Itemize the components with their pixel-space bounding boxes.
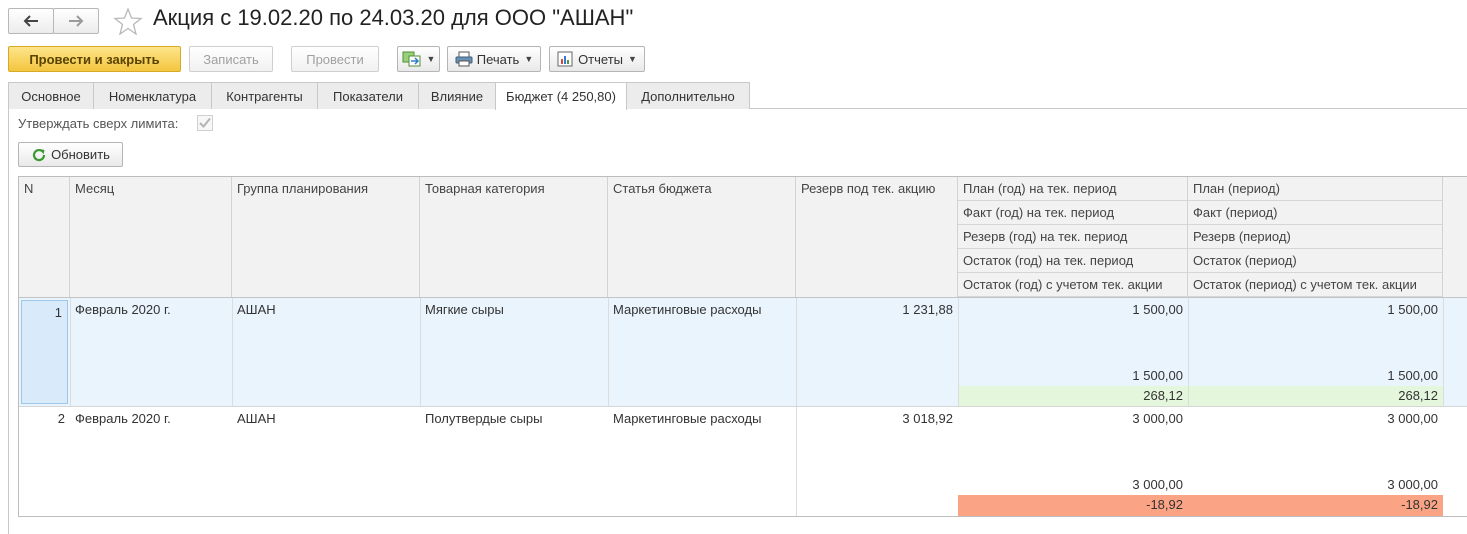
column-divider: [232, 298, 233, 406]
cell-period-reserve[interactable]: [1188, 451, 1443, 473]
create-based-on-icon: [402, 51, 421, 67]
panel-border: [8, 108, 9, 534]
cell-budget-article[interactable]: Маркетинговые расходы: [608, 407, 796, 430]
table-row[interactable]: 1 Февраль 2020 г. АШАН Мягкие сыры Марке…: [19, 298, 1467, 406]
column-divider: [796, 407, 797, 516]
window-title: Акция с 19.02.20 по 24.03.20 для ООО "АШ…: [153, 5, 634, 30]
cell-reserve[interactable]: 3 018,92: [796, 407, 958, 430]
column-divider: [1443, 298, 1444, 406]
header-year-balance[interactable]: Остаток (год) на тек. период: [958, 249, 1188, 273]
print-label: Печать: [476, 51, 520, 67]
refresh-icon: [33, 148, 46, 161]
refresh-button[interactable]: Обновить: [18, 142, 123, 167]
refresh-label: Обновить: [51, 147, 110, 162]
cell-period-balance-promo[interactable]: -18,92: [1188, 495, 1443, 516]
checkmark-icon: [199, 117, 211, 128]
cell-planning-group[interactable]: АШАН: [232, 407, 420, 430]
cell-n[interactable]: 1: [21, 300, 68, 404]
header-year-balance-promo[interactable]: Остаток (год) с учетом тек. акции: [958, 273, 1188, 297]
cell-year-balance-promo[interactable]: -18,92: [958, 495, 1188, 516]
tab-main[interactable]: Основное: [8, 82, 94, 109]
cell-month[interactable]: Февраль 2020 г.: [70, 407, 232, 430]
reports-icon: [557, 51, 573, 67]
cell-year-balance[interactable]: 3 000,00: [958, 473, 1188, 495]
budget-table: N Месяц Группа планирования Товарная кат…: [18, 176, 1467, 517]
reports-button[interactable]: Отчеты ▼: [549, 46, 645, 72]
cell-period-balance[interactable]: 3 000,00: [1188, 473, 1443, 495]
header-period-plan[interactable]: План (период): [1188, 177, 1443, 201]
arrow-left-icon: [23, 15, 38, 27]
tab-budget[interactable]: Бюджет (4 250,80): [495, 82, 627, 110]
tab-nomenclature[interactable]: Номенклатура: [93, 82, 212, 109]
header-year-plan[interactable]: План (год) на тек. период: [958, 177, 1188, 201]
column-divider: [608, 298, 609, 406]
tab-influence[interactable]: Влияние: [418, 82, 496, 109]
back-button[interactable]: [8, 8, 54, 34]
cell-year-plan[interactable]: 3 000,00: [958, 407, 1188, 429]
table-row[interactable]: 2 Февраль 2020 г. АШАН Полутвердые сыры …: [19, 407, 1467, 516]
header-product-category[interactable]: Товарная категория: [420, 177, 608, 297]
column-divider: [70, 298, 71, 406]
print-button[interactable]: Печать ▼: [447, 46, 541, 72]
cell-period-plan[interactable]: 1 500,00: [1188, 298, 1443, 320]
cell-year-reserve[interactable]: [958, 342, 1188, 364]
header-n[interactable]: N: [19, 177, 70, 297]
column-divider: [1188, 298, 1189, 406]
create-based-on-button[interactable]: ▼: [397, 46, 440, 72]
cell-year-plan[interactable]: 1 500,00: [958, 298, 1188, 320]
save-button[interactable]: Записать: [189, 46, 273, 72]
tab-counterparties[interactable]: Контрагенты: [211, 82, 318, 109]
approve-over-limit-checkbox[interactable]: [197, 115, 213, 131]
printer-icon: [455, 51, 473, 67]
chevron-down-icon: ▼: [628, 54, 637, 64]
column-divider: [420, 298, 421, 406]
header-period-balance-promo[interactable]: Остаток (период) с учетом тек. акции: [1188, 273, 1443, 297]
header-period-balance[interactable]: Остаток (период): [1188, 249, 1443, 273]
cell-period-balance-promo[interactable]: 268,12: [1188, 386, 1443, 406]
column-divider: [796, 298, 797, 406]
cell-planning-group[interactable]: АШАН: [232, 298, 420, 321]
cell-reserve[interactable]: 1 231,88: [796, 298, 958, 321]
cell-year-fact[interactable]: [958, 429, 1188, 451]
header-period-reserve[interactable]: Резерв (период): [1188, 225, 1443, 249]
header-year-reserve[interactable]: Резерв (год) на тек. период: [958, 225, 1188, 249]
cell-period-fact[interactable]: [1188, 320, 1443, 342]
cell-year-reserve[interactable]: [958, 451, 1188, 473]
cell-period-plan[interactable]: 3 000,00: [1188, 407, 1443, 429]
cell-product-category[interactable]: Мягкие сыры: [420, 298, 608, 321]
cell-product-category[interactable]: Полутвердые сыры: [420, 407, 608, 430]
favorite-star-button[interactable]: [113, 7, 143, 36]
cell-period-balance[interactable]: 1 500,00: [1188, 364, 1443, 386]
forward-button[interactable]: [53, 8, 99, 34]
approve-over-limit-label: Утверждать сверх лимита:: [18, 116, 179, 131]
header-filler: [1443, 177, 1467, 297]
header-planning-group[interactable]: Группа планирования: [232, 177, 420, 297]
chevron-down-icon: ▼: [426, 54, 436, 64]
header-reserve[interactable]: Резерв под тек. акцию: [796, 177, 958, 297]
cell-year-balance-promo[interactable]: 268,12: [958, 386, 1188, 406]
cell-year-balance[interactable]: 1 500,00: [958, 364, 1188, 386]
star-icon: [113, 7, 143, 36]
chevron-down-icon: ▼: [524, 54, 534, 64]
cell-period-reserve[interactable]: [1188, 342, 1443, 364]
post-button[interactable]: Провести: [291, 46, 379, 72]
header-month[interactable]: Месяц: [70, 177, 232, 297]
cell-n[interactable]: 2: [19, 407, 70, 430]
cell-period-fact[interactable]: [1188, 429, 1443, 451]
header-period-fact[interactable]: Факт (период): [1188, 201, 1443, 225]
tab-additional[interactable]: Дополнительно: [626, 82, 750, 109]
cell-budget-article[interactable]: Маркетинговые расходы: [608, 298, 796, 321]
reports-label: Отчеты: [578, 51, 623, 67]
cell-month[interactable]: Февраль 2020 г.: [70, 298, 232, 321]
tab-indicators[interactable]: Показатели: [317, 82, 419, 109]
arrow-right-icon: [69, 15, 84, 27]
post-and-close-button[interactable]: Провести и закрыть: [8, 46, 181, 72]
column-divider: [958, 298, 959, 406]
header-year-fact[interactable]: Факт (год) на тек. период: [958, 201, 1188, 225]
header-budget-article[interactable]: Статья бюджета: [608, 177, 796, 297]
cell-year-fact[interactable]: [958, 320, 1188, 342]
